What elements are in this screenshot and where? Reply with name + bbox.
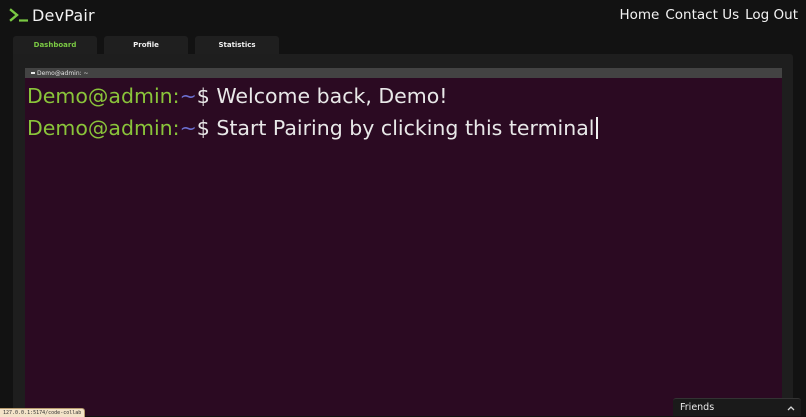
terminal-output: Welcome back, Demo!: [216, 84, 448, 108]
friends-label: Friends: [680, 402, 715, 413]
terminal-prompt-icon: [9, 8, 28, 22]
nav-contact-link[interactable]: Contact Us: [665, 7, 739, 23]
chevron-up-icon: [787, 405, 795, 410]
prompt-path: ~: [179, 84, 197, 108]
logo-text: DevPair: [32, 5, 95, 25]
terminal-line: Demo@admin:~$ Start Pairing by clicking …: [27, 114, 598, 142]
tab-profile[interactable]: Profile: [104, 36, 188, 54]
terminal-title: Demo@admin: ~: [37, 69, 89, 77]
tab-dashboard[interactable]: Dashboard: [13, 36, 97, 54]
prompt-sign: $: [196, 84, 210, 108]
minimize-icon: [31, 72, 35, 74]
logo[interactable]: DevPair: [9, 4, 95, 26]
top-navbar: DevPair Home Contact Us Log Out: [0, 0, 806, 30]
main-nav: Home Contact Us Log Out: [620, 5, 799, 25]
terminal-output: Start Pairing by clicking this terminal: [216, 116, 595, 140]
dashboard-tabs: Dashboard Profile Statistics: [13, 36, 279, 54]
friends-panel-toggle[interactable]: Friends: [673, 398, 801, 416]
nav-logout-link[interactable]: Log Out: [745, 7, 798, 23]
terminal-line: Demo@admin:~$ Welcome back, Demo!: [27, 82, 448, 110]
terminal[interactable]: Demo@admin:~$ Welcome back, Demo! Demo@a…: [25, 78, 782, 416]
prompt-user: Demo@admin:: [27, 84, 180, 108]
text-cursor: [595, 117, 598, 139]
prompt-user: Demo@admin:: [27, 116, 180, 140]
prompt-path: ~: [179, 116, 197, 140]
nav-home-link[interactable]: Home: [620, 7, 660, 23]
prompt-sign: $: [196, 116, 210, 140]
terminal-titlebar: Demo@admin: ~: [25, 68, 782, 78]
tab-statistics[interactable]: Statistics: [195, 36, 279, 54]
